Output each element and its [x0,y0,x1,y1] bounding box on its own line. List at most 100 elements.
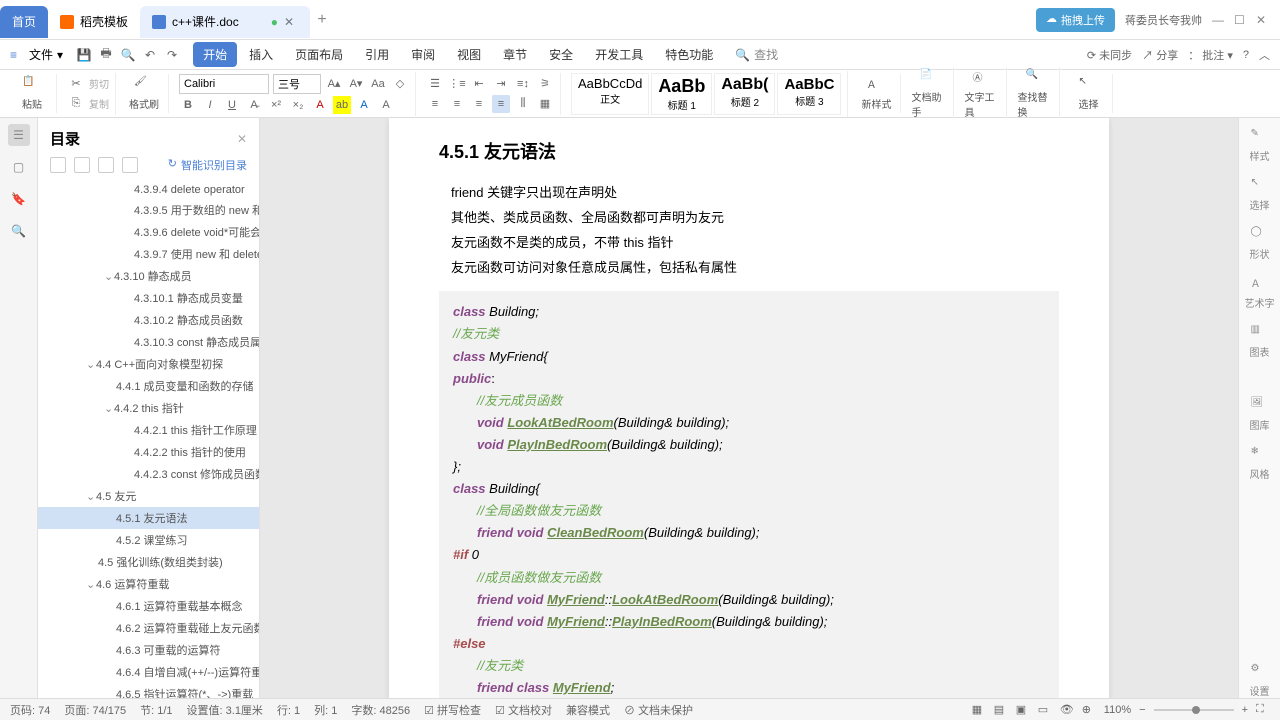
rr-shape[interactable]: ◯形状 [1250,226,1270,261]
select-button[interactable]: ↖选择 [1070,76,1106,111]
paste-button[interactable]: 📋粘贴 [14,76,50,111]
highlight-button[interactable]: ab [333,96,351,114]
rr-select[interactable]: ↖选择 [1250,177,1270,212]
file-menu[interactable]: 文件▾ [23,44,69,65]
style-h3[interactable]: AaBbC标题 3 [777,73,841,115]
bold-button[interactable]: B [179,96,197,114]
menu-tab-view[interactable]: 视图 [447,42,491,67]
para-bg-icon[interactable]: ▦ [536,95,554,113]
indent-icon[interactable]: ⇥ [492,75,510,93]
view-globe-icon[interactable]: ⊕ [1082,703,1096,717]
outline-item[interactable]: 4.3.9.5 用于数组的 new 和 d… [38,199,259,221]
text-tools-button[interactable]: Ⓐ文字工具 [964,69,1000,119]
outline-close-icon[interactable]: ✕ [237,132,247,146]
app-menu-icon[interactable]: ≡ [10,48,17,62]
outline-item[interactable]: 4.3.9.6 delete void*可能会… [38,221,259,243]
tab-doc[interactable]: c++课件.doc●✕ [140,6,310,38]
case-icon[interactable]: Aa [369,75,387,93]
preview-icon[interactable]: 🔍 [119,46,137,64]
chevron-down-icon[interactable]: ⌄ [86,358,96,371]
outline-item[interactable]: 4.3.10.1 静态成员变量 [38,287,259,309]
sub-button[interactable]: ×₂ [289,96,307,114]
menu-tab-insert[interactable]: 插入 [239,42,283,67]
user-label[interactable]: 蒋委员长夸我帅 [1125,12,1202,28]
doc-assist-button[interactable]: 📄文档助手 [911,69,947,119]
outline-item[interactable]: ⌄4.6 运算符重载 [38,573,259,595]
super-button[interactable]: ×² [267,96,285,114]
outline-item[interactable]: 4.3.10.3 const 静态成员属性 [38,331,259,353]
status-words[interactable]: 字数: 48256 [351,702,410,718]
redo-icon[interactable]: ↷ [163,46,181,64]
outline-item[interactable]: 4.4.2.3 const 修饰成员函数 [38,463,259,485]
outline-btn-1[interactable] [50,157,66,173]
rr-wordart[interactable]: Ａ艺术字 [1245,275,1275,310]
chevron-down-icon[interactable]: ⌄ [86,490,96,503]
outline-item[interactable]: 4.3.10.2 静态成员函数 [38,309,259,331]
style-h2[interactable]: AaBb(标题 2 [714,73,775,115]
annotate-button[interactable]: ： 批注 ▾ [1188,47,1233,63]
outline-item[interactable]: 4.5 强化训练(数组类封装) [38,551,259,573]
outline-item[interactable]: 4.5.1 友元语法 [38,507,259,529]
align-right-icon[interactable]: ≡ [470,95,488,113]
rr-chart[interactable]: ▥图表 [1250,324,1270,359]
view-read-icon[interactable]: ▣ [1016,703,1030,717]
menu-tab-start[interactable]: 开始 [193,42,237,67]
bullets-icon[interactable]: ☰ [426,75,444,93]
document-area[interactable]: 4.5.1 友元语法 friend 关键字只出现在声明处 其他类、类成员函数、全… [260,118,1238,698]
bookmark-rail-icon[interactable]: ▢ [8,156,30,178]
menu-tab-review[interactable]: 审阅 [401,42,445,67]
rr-style[interactable]: ✎样式 [1250,128,1270,163]
sync-status[interactable]: ⟳ 未同步 [1087,47,1132,63]
cloud-upload-button[interactable]: ☁拖拽上传 [1036,8,1115,32]
tab-close-icon[interactable]: ✕ [284,15,298,29]
style-normal[interactable]: AaBbCcDd正文 [571,73,649,115]
share-button[interactable]: ↗ 分享 [1142,47,1178,63]
outline-item[interactable]: ⌄4.4 C++面向对象模型初探 [38,353,259,375]
outline-item[interactable]: 4.6.4 自增自减(++/--)运算符重… [38,661,259,683]
font-select[interactable] [179,74,269,94]
find-replace-button[interactable]: 🔍查找替换 [1017,69,1053,119]
tab-template[interactable]: 稻壳模板 [48,6,140,38]
search-box[interactable]: 🔍查找 [735,46,778,63]
outline-item[interactable]: 4.4.2.2 this 指针的使用 [38,441,259,463]
zoom-in-icon[interactable]: + [1242,704,1248,716]
tab-home[interactable]: 首页 [0,6,48,38]
menu-tab-chapter[interactable]: 章节 [493,42,537,67]
distribute-icon[interactable]: ⫼ [514,95,532,113]
maximize-icon[interactable]: ☐ [1234,13,1248,27]
outline-btn-3[interactable] [98,157,114,173]
outline-item[interactable]: 4.3.9.4 delete operator [38,181,259,199]
shrink-font-icon[interactable]: A▾ [347,75,365,93]
font-color2-button[interactable]: A [355,96,373,114]
close-icon[interactable]: ✕ [1256,13,1270,27]
chevron-down-icon[interactable]: ⌄ [104,270,114,283]
underline-button[interactable]: U [223,96,241,114]
style-h1[interactable]: AaBb标题 1 [651,73,712,115]
fullscreen-icon[interactable]: ⛶ [1256,703,1270,717]
outline-item[interactable]: 4.6.5 指针运算符(*、->)重载 [38,683,259,698]
new-style-button[interactable]: Ａ新样式 [858,76,894,111]
outline-item[interactable]: ⌄4.3.10 静态成员 [38,265,259,287]
outline-list[interactable]: 4.3.9.4 delete operator4.3.9.5 用于数组的 new… [38,179,259,698]
zoom-value[interactable]: 110% [1104,704,1131,716]
cut-button[interactable]: ✂ [67,75,85,93]
view-outline-icon[interactable]: ▤ [994,703,1008,717]
minimize-icon[interactable]: — [1212,13,1226,27]
align-center-icon[interactable]: ≡ [448,95,466,113]
print-icon[interactable]: 🖶 [97,46,115,64]
chevron-down-icon[interactable]: ⌄ [104,402,114,415]
outline-btn-4[interactable] [122,157,138,173]
outline-item[interactable]: 4.4.1 成员变量和函数的存储 [38,375,259,397]
align-left-icon[interactable]: ≡ [426,95,444,113]
view-eye-icon[interactable]: 👁 [1060,703,1074,717]
tab-add-button[interactable]: + [310,11,334,29]
align-justify-icon[interactable]: ≡ [492,95,510,113]
clear-format-icon[interactable]: ◇ [391,75,409,93]
strike-button[interactable]: A̵ [245,96,263,114]
collapse-ribbon-icon[interactable]: ︿ [1259,47,1270,63]
rr-theme[interactable]: ❄风格 [1250,446,1270,481]
menu-tab-layout[interactable]: 页面布局 [285,42,353,67]
status-page[interactable]: 页面: 74/175 [64,702,126,718]
comment-rail-icon[interactable]: 🔖 [8,188,30,210]
outdent-icon[interactable]: ⇤ [470,75,488,93]
